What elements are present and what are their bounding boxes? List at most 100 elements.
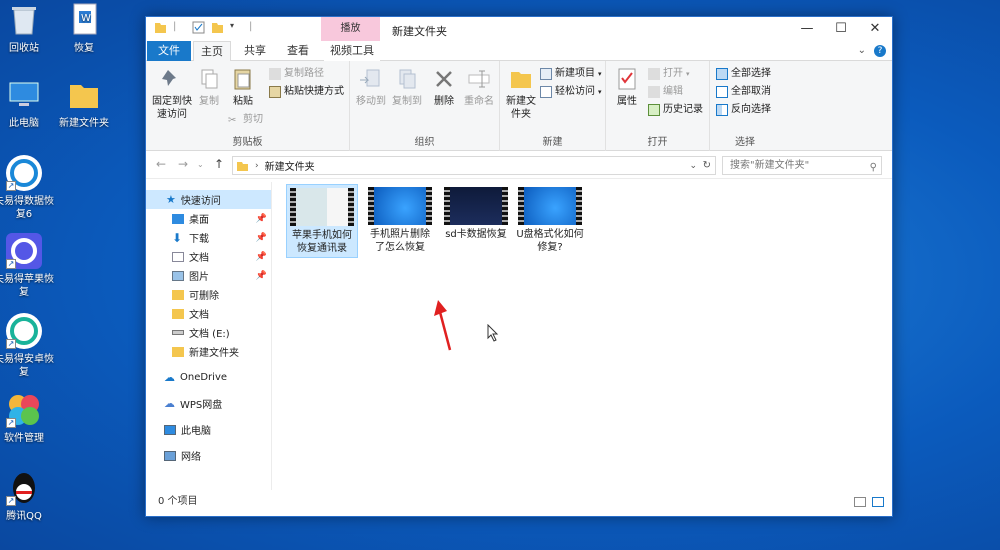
tab-share[interactable]: 共享	[236, 41, 274, 61]
file-name: sd卡数据恢复	[445, 229, 507, 240]
sidebar-item-docs-folder[interactable]: 文档	[146, 304, 271, 323]
breadcrumb[interactable]: 新建文件夹	[265, 158, 315, 173]
group-label-open: 打开	[647, 137, 668, 148]
file-item[interactable]: sd卡数据恢复	[440, 184, 512, 244]
scissors-icon: ✂	[228, 115, 237, 126]
minimize-button[interactable]: —	[790, 17, 824, 41]
desktop-icon-app-2[interactable]: ↗ 失易得苹果恢复	[0, 233, 55, 299]
sidebar-item-pictures[interactable]: 图片 📌	[146, 266, 271, 285]
new-item-button[interactable]: 新建项目 ▾	[540, 67, 602, 81]
mouse-cursor-icon	[487, 324, 499, 342]
desktop-icon-recycle-bin[interactable]: 回收站	[0, 2, 55, 55]
history-icon	[648, 104, 660, 116]
new-folder-button[interactable]: 新建文件夹	[504, 66, 538, 121]
chevron-down-icon[interactable]: ▾	[230, 21, 243, 34]
large-icons-view-icon[interactable]	[872, 497, 884, 507]
select-all-icon	[716, 68, 728, 80]
folder-icon	[154, 21, 167, 34]
help-icon[interactable]: ?	[874, 45, 886, 57]
tab-video-tools[interactable]: 视频工具	[324, 41, 380, 61]
desktop-icon-label: 软件管理	[4, 433, 44, 444]
folder-icon	[172, 308, 184, 319]
paste-button[interactable]: 粘贴	[228, 66, 258, 108]
tab-home[interactable]: 主页	[193, 41, 231, 62]
sidebar-item-network[interactable]: 网络	[146, 446, 271, 465]
maximize-button[interactable]: ☐	[824, 17, 858, 41]
qq-icon: ↗	[6, 470, 42, 506]
sidebar-item-removable[interactable]: 可删除	[146, 285, 271, 304]
chevron-down-icon[interactable]: ⌄	[858, 45, 866, 57]
copy-button[interactable]: 复制	[194, 66, 224, 108]
sidebar-item-desktop[interactable]: 桌面 📌	[146, 209, 271, 228]
sidebar-item-quick-access[interactable]: ★ 快速访问	[146, 190, 271, 209]
sidebar-item-this-pc[interactable]: 此电脑	[146, 420, 271, 439]
item-count: 0 个项目	[158, 496, 198, 507]
address-row: ← → ⌄ ↑ › 新建文件夹 ⌄ ↻ 搜索"新建文件夹" ⚲	[146, 151, 892, 179]
easy-access-button[interactable]: 轻松访问 ▾	[540, 85, 602, 99]
search-input[interactable]: 搜索"新建文件夹" ⚲	[722, 156, 882, 175]
recent-chevron-icon[interactable]: ⌄	[197, 160, 204, 169]
desktop-icon-recover[interactable]: W 恢复	[53, 2, 115, 55]
file-item[interactable]: 手机照片删除了怎么恢复	[364, 184, 436, 257]
cloud-icon: ☁	[164, 371, 175, 384]
explorer-window: | ▾ | 播放 新建文件夹 — ☐ ✕ 文件 主页 共享 查看 视频工具 ⌄ …	[145, 16, 893, 517]
desktop-icon-label: 失易得安卓恢复	[0, 354, 54, 378]
group-label-new: 新建	[542, 137, 563, 148]
sidebar-item-wps[interactable]: ☁ WPS网盘	[146, 394, 271, 413]
desktop-icon-qq[interactable]: ↗ 腾讯QQ	[0, 470, 55, 523]
new-item-icon	[540, 68, 552, 80]
group-label-organize: 组织	[414, 137, 435, 148]
new-folder-qat-icon[interactable]	[211, 21, 224, 34]
group-select: 全部选择 全部取消 反向选择 选择	[710, 61, 780, 151]
move-to-button[interactable]: 移动到	[354, 66, 388, 108]
copy-path-button[interactable]: 复制路径	[269, 67, 324, 81]
back-arrow-icon[interactable]: ←	[156, 157, 166, 171]
pin-icon: 📌	[255, 251, 267, 262]
sidebar-item-new-folder[interactable]: 新建文件夹	[146, 342, 271, 361]
file-item[interactable]: U盘格式化如何修复?	[514, 184, 586, 257]
cloud-icon: ☁	[164, 397, 175, 410]
address-bar[interactable]: › 新建文件夹 ⌄ ↻	[232, 156, 716, 175]
cut-button[interactable]: ✂ 剪切	[228, 113, 263, 127]
desktop-icon-new-folder[interactable]: 新建文件夹	[53, 77, 115, 130]
edit-button[interactable]: 编辑	[648, 85, 683, 99]
properties-icon	[614, 66, 640, 92]
rename-button[interactable]: 重命名	[462, 66, 496, 108]
properties-check-icon[interactable]	[192, 21, 205, 34]
desktop-icon-this-pc[interactable]: 此电脑	[0, 77, 55, 130]
group-organize: 移动到 复制到 删除 重命名 组织	[350, 61, 500, 151]
paste-shortcut-button[interactable]: 粘贴快捷方式	[269, 85, 344, 99]
sidebar-item-documents[interactable]: 文档 📌	[146, 247, 271, 266]
details-view-icon[interactable]	[854, 497, 866, 507]
desktop-icon-label: 此电脑	[9, 118, 39, 129]
breadcrumb-separator-icon: ›	[255, 160, 259, 171]
file-item[interactable]: 苹果手机如何恢复通讯录	[286, 184, 358, 258]
up-arrow-icon[interactable]: ↑	[214, 157, 224, 171]
desktop-icon-software-manager[interactable]: ↗ 软件管理	[0, 392, 55, 445]
forward-arrow-icon[interactable]: →	[178, 157, 188, 171]
sidebar-item-onedrive[interactable]: ☁ OneDrive	[146, 368, 271, 387]
desktop-icon-app-1[interactable]: ↗ 失易得数据恢复6	[0, 155, 55, 221]
invert-selection-button[interactable]: 反向选择	[716, 103, 771, 117]
delete-button[interactable]: 删除	[430, 66, 458, 108]
tab-view[interactable]: 查看	[279, 41, 317, 61]
select-all-button[interactable]: 全部选择	[716, 67, 771, 81]
desktop-icon-label: 恢复	[74, 43, 94, 54]
desktop-icon-app-3[interactable]: ↗ 失易得安卓恢复	[0, 313, 55, 379]
pin-quick-access-button[interactable]: 固定到快速访问	[150, 66, 194, 121]
sidebar-item-downloads[interactable]: ⬇ 下载 📌	[146, 228, 271, 247]
refresh-icon[interactable]: ↻	[703, 160, 711, 171]
history-button[interactable]: 历史记录	[648, 103, 703, 117]
open-button[interactable]: 打开 ▾	[648, 67, 690, 81]
properties-button[interactable]: 属性	[612, 66, 642, 108]
close-button[interactable]: ✕	[858, 17, 892, 41]
tab-file[interactable]: 文件	[147, 41, 191, 61]
desktop-icon-label: 失易得苹果恢复	[0, 274, 54, 298]
desktop-icon	[172, 213, 184, 224]
chevron-down-icon[interactable]: ⌄	[689, 161, 697, 171]
sidebar-item-drive-e[interactable]: 文档 (E:)	[146, 323, 271, 342]
copy-to-button[interactable]: 复制到	[390, 66, 424, 108]
file-name: U盘格式化如何修复?	[516, 229, 584, 253]
open-icon	[648, 68, 660, 80]
select-none-button[interactable]: 全部取消	[716, 85, 771, 99]
